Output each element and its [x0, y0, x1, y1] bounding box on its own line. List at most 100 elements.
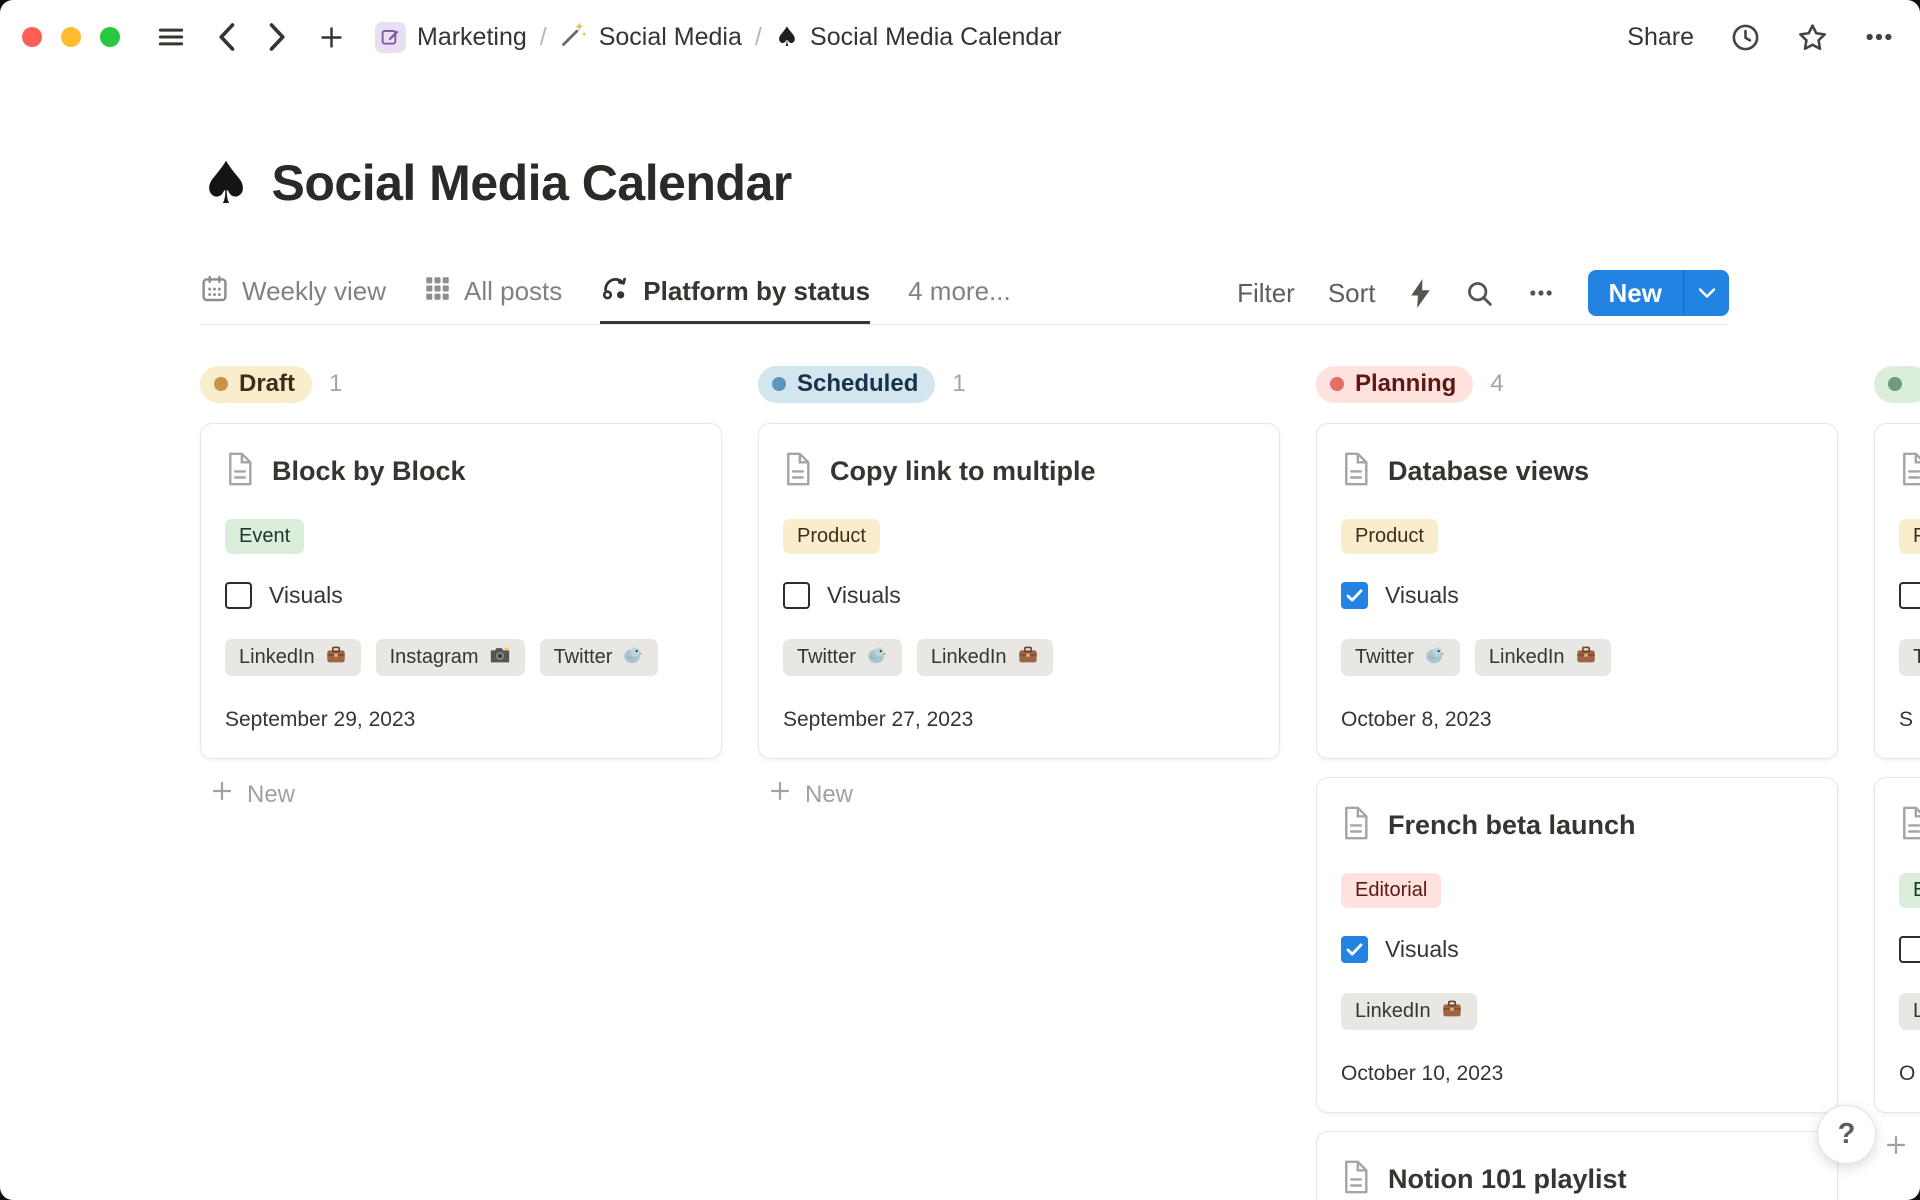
- platform-tag-linkedin: LinkedIn: [1475, 639, 1611, 676]
- new-button[interactable]: New: [1588, 270, 1683, 316]
- updates-clock-icon[interactable]: [1730, 22, 1761, 53]
- kanban-board: Draft 1 Block by Block Event Visuals Lin: [200, 365, 1920, 1200]
- add-card-button[interactable]: New: [1874, 1133, 1920, 1164]
- more-options-icon[interactable]: [1864, 22, 1894, 52]
- notion-window: Marketing / Social Media / ♠ Social Medi…: [0, 0, 1920, 1200]
- calendar-icon: [200, 274, 229, 310]
- page-icon: [783, 452, 813, 491]
- tab-label: Weekly view: [242, 276, 386, 307]
- status-label: Draft: [239, 370, 295, 398]
- breadcrumb-item-social-media[interactable]: Social Media: [560, 20, 742, 55]
- card-block-by-block[interactable]: Block by Block Event Visuals LinkedIn In…: [200, 423, 722, 759]
- visuals-checkbox[interactable]: [225, 582, 252, 609]
- status-dot: [772, 377, 786, 391]
- platform-tag-linkedin: LinkedIn: [1341, 993, 1477, 1030]
- status-pill-partial[interactable]: [1874, 366, 1920, 403]
- card-title: Block by Block: [272, 456, 466, 487]
- card-french-beta-launch[interactable]: French beta launch Editorial Visuals Lin…: [1316, 777, 1838, 1113]
- add-card-label: New: [247, 781, 295, 809]
- category-tag: Product: [1341, 519, 1438, 554]
- card-date: September 29, 2023: [225, 708, 697, 732]
- breadcrumb-item-social-media-calendar[interactable]: ♠ Social Media Calendar: [775, 22, 1062, 53]
- platform-tag-twitter: Twitter: [540, 639, 659, 676]
- visuals-checkbox-checked[interactable]: [1341, 936, 1368, 963]
- visuals-checkbox[interactable]: [1899, 936, 1920, 963]
- status-dot: [214, 377, 228, 391]
- spade-icon: ♠: [775, 22, 799, 53]
- compose-icon: [375, 22, 406, 53]
- minimize-window-button[interactable]: [61, 27, 81, 47]
- category-tag: Editorial: [1341, 873, 1441, 908]
- card-date: October 8, 2023: [1341, 708, 1813, 732]
- visuals-checkbox[interactable]: [783, 582, 810, 609]
- filter-button[interactable]: Filter: [1237, 278, 1295, 309]
- close-window-button[interactable]: [22, 27, 42, 47]
- new-button-group: New: [1588, 270, 1729, 316]
- visuals-checkbox-checked[interactable]: [1341, 582, 1368, 609]
- add-card-button[interactable]: New: [200, 779, 722, 810]
- automations-bolt-icon[interactable]: [1409, 279, 1432, 308]
- tab-weekly-view[interactable]: Weekly view: [200, 262, 386, 324]
- new-button-dropdown[interactable]: [1683, 270, 1729, 316]
- checkbox-label: Visuals: [827, 582, 901, 609]
- tab-label: 4 more...: [908, 276, 1011, 307]
- briefcase-icon: [1017, 644, 1039, 672]
- zoom-window-button[interactable]: [100, 27, 120, 47]
- card-copy-link-to-multiple[interactable]: Copy link to multiple Product Visuals Tw…: [758, 423, 1280, 759]
- bird-icon: [866, 644, 888, 672]
- tab-label: All posts: [464, 276, 562, 307]
- card-title: French beta launch: [1388, 810, 1636, 841]
- platform-tag-instagram: Instagram: [376, 639, 525, 676]
- column-count: 4: [1490, 370, 1503, 398]
- tab-more-views[interactable]: 4 more...: [908, 262, 1011, 324]
- platform-tag-linkedin: LinkedIn: [225, 639, 361, 676]
- status-dot: [1330, 377, 1344, 391]
- card-date: September 27, 2023: [783, 708, 1255, 732]
- plus-icon: [1884, 1133, 1908, 1164]
- status-pill-planning[interactable]: Planning: [1316, 366, 1473, 403]
- card-database-views[interactable]: Database views Product Visuals Twitter L…: [1316, 423, 1838, 759]
- share-button[interactable]: Share: [1627, 23, 1694, 52]
- add-card-label: New: [805, 781, 853, 809]
- card-notion-101-playlist[interactable]: Notion 101 playlist Education: [1316, 1131, 1838, 1200]
- visuals-checkbox[interactable]: [1899, 582, 1920, 609]
- category-tag: E: [1899, 873, 1920, 908]
- forward-button[interactable]: [267, 22, 288, 52]
- page-icon: [1341, 1160, 1371, 1199]
- breadcrumb-label: Social Media: [599, 23, 742, 52]
- status-board-icon: [600, 273, 630, 310]
- grid-icon: [424, 275, 451, 309]
- page-emoji-spade-icon[interactable]: ♠: [200, 154, 252, 212]
- page-icon: [1899, 806, 1920, 845]
- tab-all-posts[interactable]: All posts: [424, 262, 562, 324]
- status-dot: [1888, 377, 1902, 391]
- checkbox-label: Visuals: [1385, 936, 1459, 963]
- add-card-button[interactable]: New: [758, 779, 1280, 810]
- card-partial[interactable]: P T S: [1874, 423, 1920, 759]
- camera-icon: [489, 644, 511, 672]
- card-date: S: [1899, 708, 1920, 732]
- column-count: 1: [952, 370, 965, 398]
- page-icon: [1341, 452, 1371, 491]
- favorite-star-icon[interactable]: [1797, 22, 1828, 53]
- status-pill-draft[interactable]: Draft: [200, 366, 312, 403]
- card-partial[interactable]: E L O: [1874, 777, 1920, 1113]
- status-pill-scheduled[interactable]: Scheduled: [758, 366, 935, 403]
- back-button[interactable]: [216, 22, 237, 52]
- breadcrumb-label: Social Media Calendar: [810, 23, 1062, 52]
- help-button[interactable]: ?: [1817, 1105, 1876, 1164]
- view-options-ellipsis-icon[interactable]: [1527, 279, 1555, 307]
- sort-button[interactable]: Sort: [1328, 278, 1376, 309]
- page-title[interactable]: ♠ Social Media Calendar: [200, 150, 1729, 216]
- category-tag: Product: [783, 519, 880, 554]
- search-icon[interactable]: [1465, 279, 1494, 308]
- plus-icon: [768, 779, 792, 810]
- tab-platform-by-status[interactable]: Platform by status: [600, 262, 870, 324]
- window-controls: [22, 27, 120, 47]
- new-page-icon[interactable]: [318, 24, 345, 51]
- sidebar-menu-icon[interactable]: [156, 22, 186, 52]
- breadcrumb-item-marketing[interactable]: Marketing: [375, 22, 527, 53]
- tab-label: Platform by status: [643, 276, 870, 307]
- category-tag: Event: [225, 519, 304, 554]
- platform-tag-twitter: Twitter: [783, 639, 902, 676]
